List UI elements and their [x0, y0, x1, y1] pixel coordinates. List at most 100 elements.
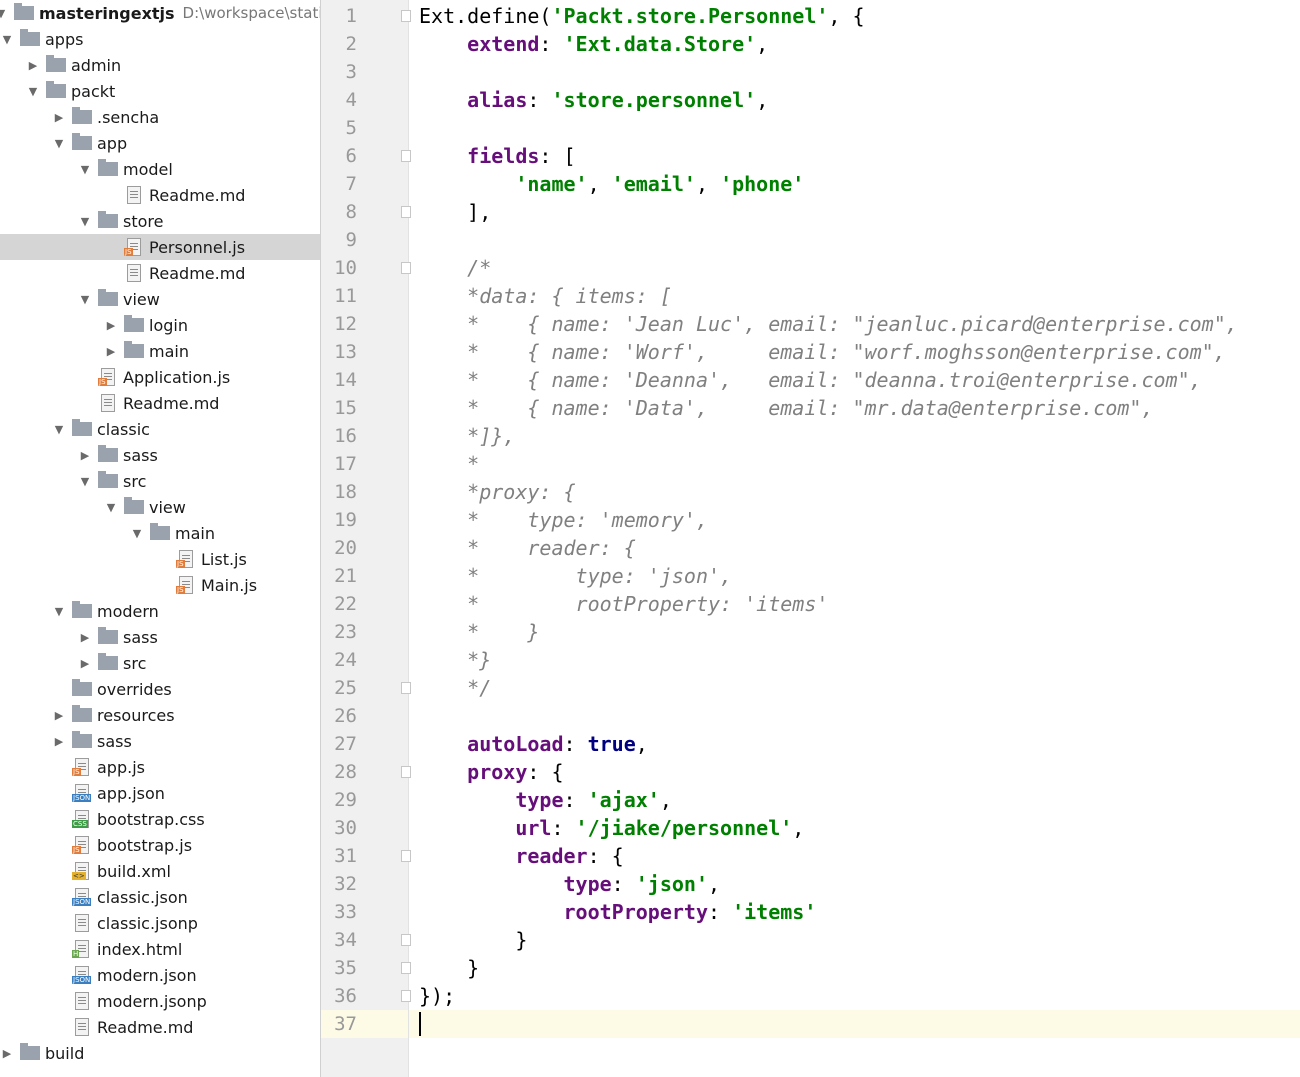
code-line[interactable]: proxy: {: [419, 758, 563, 786]
code-line[interactable]: }: [419, 954, 479, 982]
tree-file[interactable]: JS Application.js: [0, 364, 320, 390]
collapse-arrow-icon[interactable]: ▼: [78, 215, 92, 228]
collapse-arrow-icon[interactable]: ▼: [130, 527, 144, 540]
tree-file[interactable]: JS app.js: [0, 754, 320, 780]
collapse-arrow-icon[interactable]: ▼: [52, 605, 66, 618]
tree-folder[interactable]: ▼ main: [0, 520, 320, 546]
tree-root[interactable]: ▼ masteringextjs D:\workspace\static\ma: [0, 0, 320, 26]
tree-folder[interactable]: overrides: [0, 676, 320, 702]
code-line[interactable]: extend: 'Ext.data.Store',: [419, 30, 768, 58]
tree-folder[interactable]: ▶ .sencha: [0, 104, 320, 130]
tree-file[interactable]: classic.jsonp: [0, 910, 320, 936]
code-line[interactable]: alias: 'store.personnel',: [419, 86, 768, 114]
tree-folder[interactable]: ▼ app: [0, 130, 320, 156]
tree-folder[interactable]: ▶ sass: [0, 442, 320, 468]
code-line[interactable]: /*: [419, 254, 491, 282]
code-line[interactable]: *]},: [419, 422, 515, 450]
tree-folder[interactable]: ▼ modern: [0, 598, 320, 624]
tree-folder[interactable]: ▶ sass: [0, 728, 320, 754]
md-file-icon: [75, 992, 89, 1010]
tree-file[interactable]: JSON app.json: [0, 780, 320, 806]
code-line[interactable]: */: [419, 674, 491, 702]
tree-file[interactable]: Readme.md: [0, 260, 320, 286]
expand-arrow-icon[interactable]: ▶: [78, 449, 92, 462]
folder-icon: [98, 445, 118, 462]
code-line[interactable]: url: '/jiake/personnel',: [419, 814, 804, 842]
code-line[interactable]: }: [419, 926, 527, 954]
tree-file[interactable]: Readme.md: [0, 182, 320, 208]
expand-arrow-icon[interactable]: ▶: [104, 319, 118, 332]
code-editor[interactable]: Ext.define('Packt.store.Personnel', { ex…: [409, 0, 1300, 1077]
code-line[interactable]: * { name: 'Jean Luc', email: "jeanluc.pi…: [419, 310, 1238, 338]
expand-arrow-icon[interactable]: ▶: [104, 345, 118, 358]
tree-folder[interactable]: ▼ apps: [0, 26, 320, 52]
code-line[interactable]: Ext.define('Packt.store.Personnel', {: [419, 2, 865, 30]
tree-folder[interactable]: ▼ classic: [0, 416, 320, 442]
code-line[interactable]: * type: 'json',: [419, 562, 732, 590]
tree-file[interactable]: modern.jsonp: [0, 988, 320, 1014]
tree-file[interactable]: <> build.xml: [0, 858, 320, 884]
tree-file[interactable]: Readme.md: [0, 390, 320, 416]
code-line[interactable]: 'name', 'email', 'phone': [419, 170, 804, 198]
code-line[interactable]: * type: 'memory',: [419, 506, 708, 534]
expand-arrow-icon[interactable]: ▶: [78, 631, 92, 644]
code-line[interactable]: });: [419, 982, 455, 1010]
expand-arrow-icon[interactable]: ▶: [78, 657, 92, 670]
code-token: :: [708, 900, 733, 924]
expand-arrow-icon[interactable]: ▶: [52, 735, 66, 748]
code-token: 'ajax': [587, 788, 660, 812]
code-line[interactable]: reader: {: [419, 842, 623, 870]
tree-folder[interactable]: ▼ packt: [0, 78, 320, 104]
collapse-arrow-icon[interactable]: ▼: [78, 293, 92, 306]
collapse-arrow-icon[interactable]: ▼: [104, 501, 118, 514]
collapse-arrow-icon[interactable]: ▼: [0, 33, 14, 46]
tree-file[interactable]: Readme.md: [0, 1014, 320, 1040]
tree-folder[interactable]: ▶ src: [0, 650, 320, 676]
tree-file[interactable]: Hindex.html: [0, 936, 320, 962]
tree-file[interactable]: JS bootstrap.js: [0, 832, 320, 858]
code-line[interactable]: rootProperty: 'items': [419, 898, 817, 926]
collapse-arrow-icon[interactable]: ▼: [52, 423, 66, 436]
code-line[interactable]: * rootProperty: 'items': [419, 590, 828, 618]
expand-arrow-icon[interactable]: ▼: [0, 7, 8, 20]
code-line[interactable]: *: [419, 450, 479, 478]
code-line[interactable]: *}: [419, 646, 491, 674]
tree-folder[interactable]: ▶ build: [0, 1040, 320, 1066]
code-line[interactable]: ],: [419, 198, 491, 226]
tree-folder[interactable]: ▼ view: [0, 494, 320, 520]
code-line[interactable]: * }: [419, 618, 539, 646]
tree-folder[interactable]: ▼ store: [0, 208, 320, 234]
code-line[interactable]: *data: { items: [: [419, 282, 672, 310]
tree-folder[interactable]: ▶ login: [0, 312, 320, 338]
collapse-arrow-icon[interactable]: ▼: [78, 475, 92, 488]
tree-folder[interactable]: ▼ view: [0, 286, 320, 312]
code-line[interactable]: autoLoad: true,: [419, 730, 648, 758]
tree-folder[interactable]: ▶ sass: [0, 624, 320, 650]
tree-folder[interactable]: ▼ src: [0, 468, 320, 494]
code-line[interactable]: type: 'ajax',: [419, 786, 672, 814]
collapse-arrow-icon[interactable]: ▼: [26, 85, 40, 98]
code-line[interactable]: * reader: {: [419, 534, 636, 562]
code-line[interactable]: * { name: 'Deanna', email: "deanna.troi@…: [419, 366, 1202, 394]
expand-arrow-icon[interactable]: ▶: [26, 59, 40, 72]
code-line[interactable]: fields: [: [419, 142, 575, 170]
tree-file[interactable]: JS List.js: [0, 546, 320, 572]
expand-arrow-icon[interactable]: ▶: [52, 111, 66, 124]
tree-file[interactable]: JS Personnel.js: [0, 234, 320, 260]
collapse-arrow-icon[interactable]: ▼: [52, 137, 66, 150]
code-line[interactable]: *proxy: {: [419, 478, 575, 506]
tree-file[interactable]: CSS bootstrap.css: [0, 806, 320, 832]
expand-arrow-icon[interactable]: ▶: [52, 709, 66, 722]
tree-file[interactable]: JSON classic.json: [0, 884, 320, 910]
tree-file[interactable]: JSON modern.json: [0, 962, 320, 988]
code-line[interactable]: * { name: 'Worf', email: "worf.moghsson@…: [419, 338, 1226, 366]
tree-folder[interactable]: ▼ model: [0, 156, 320, 182]
tree-folder[interactable]: ▶ main: [0, 338, 320, 364]
tree-file[interactable]: JS Main.js: [0, 572, 320, 598]
expand-arrow-icon[interactable]: ▶: [0, 1047, 14, 1060]
tree-folder[interactable]: ▶ admin: [0, 52, 320, 78]
code-line[interactable]: * { name: 'Data', email: "mr.data@enterp…: [419, 394, 1153, 422]
collapse-arrow-icon[interactable]: ▼: [78, 163, 92, 176]
tree-folder[interactable]: ▶ resources: [0, 702, 320, 728]
code-line[interactable]: type: 'json',: [419, 870, 721, 898]
